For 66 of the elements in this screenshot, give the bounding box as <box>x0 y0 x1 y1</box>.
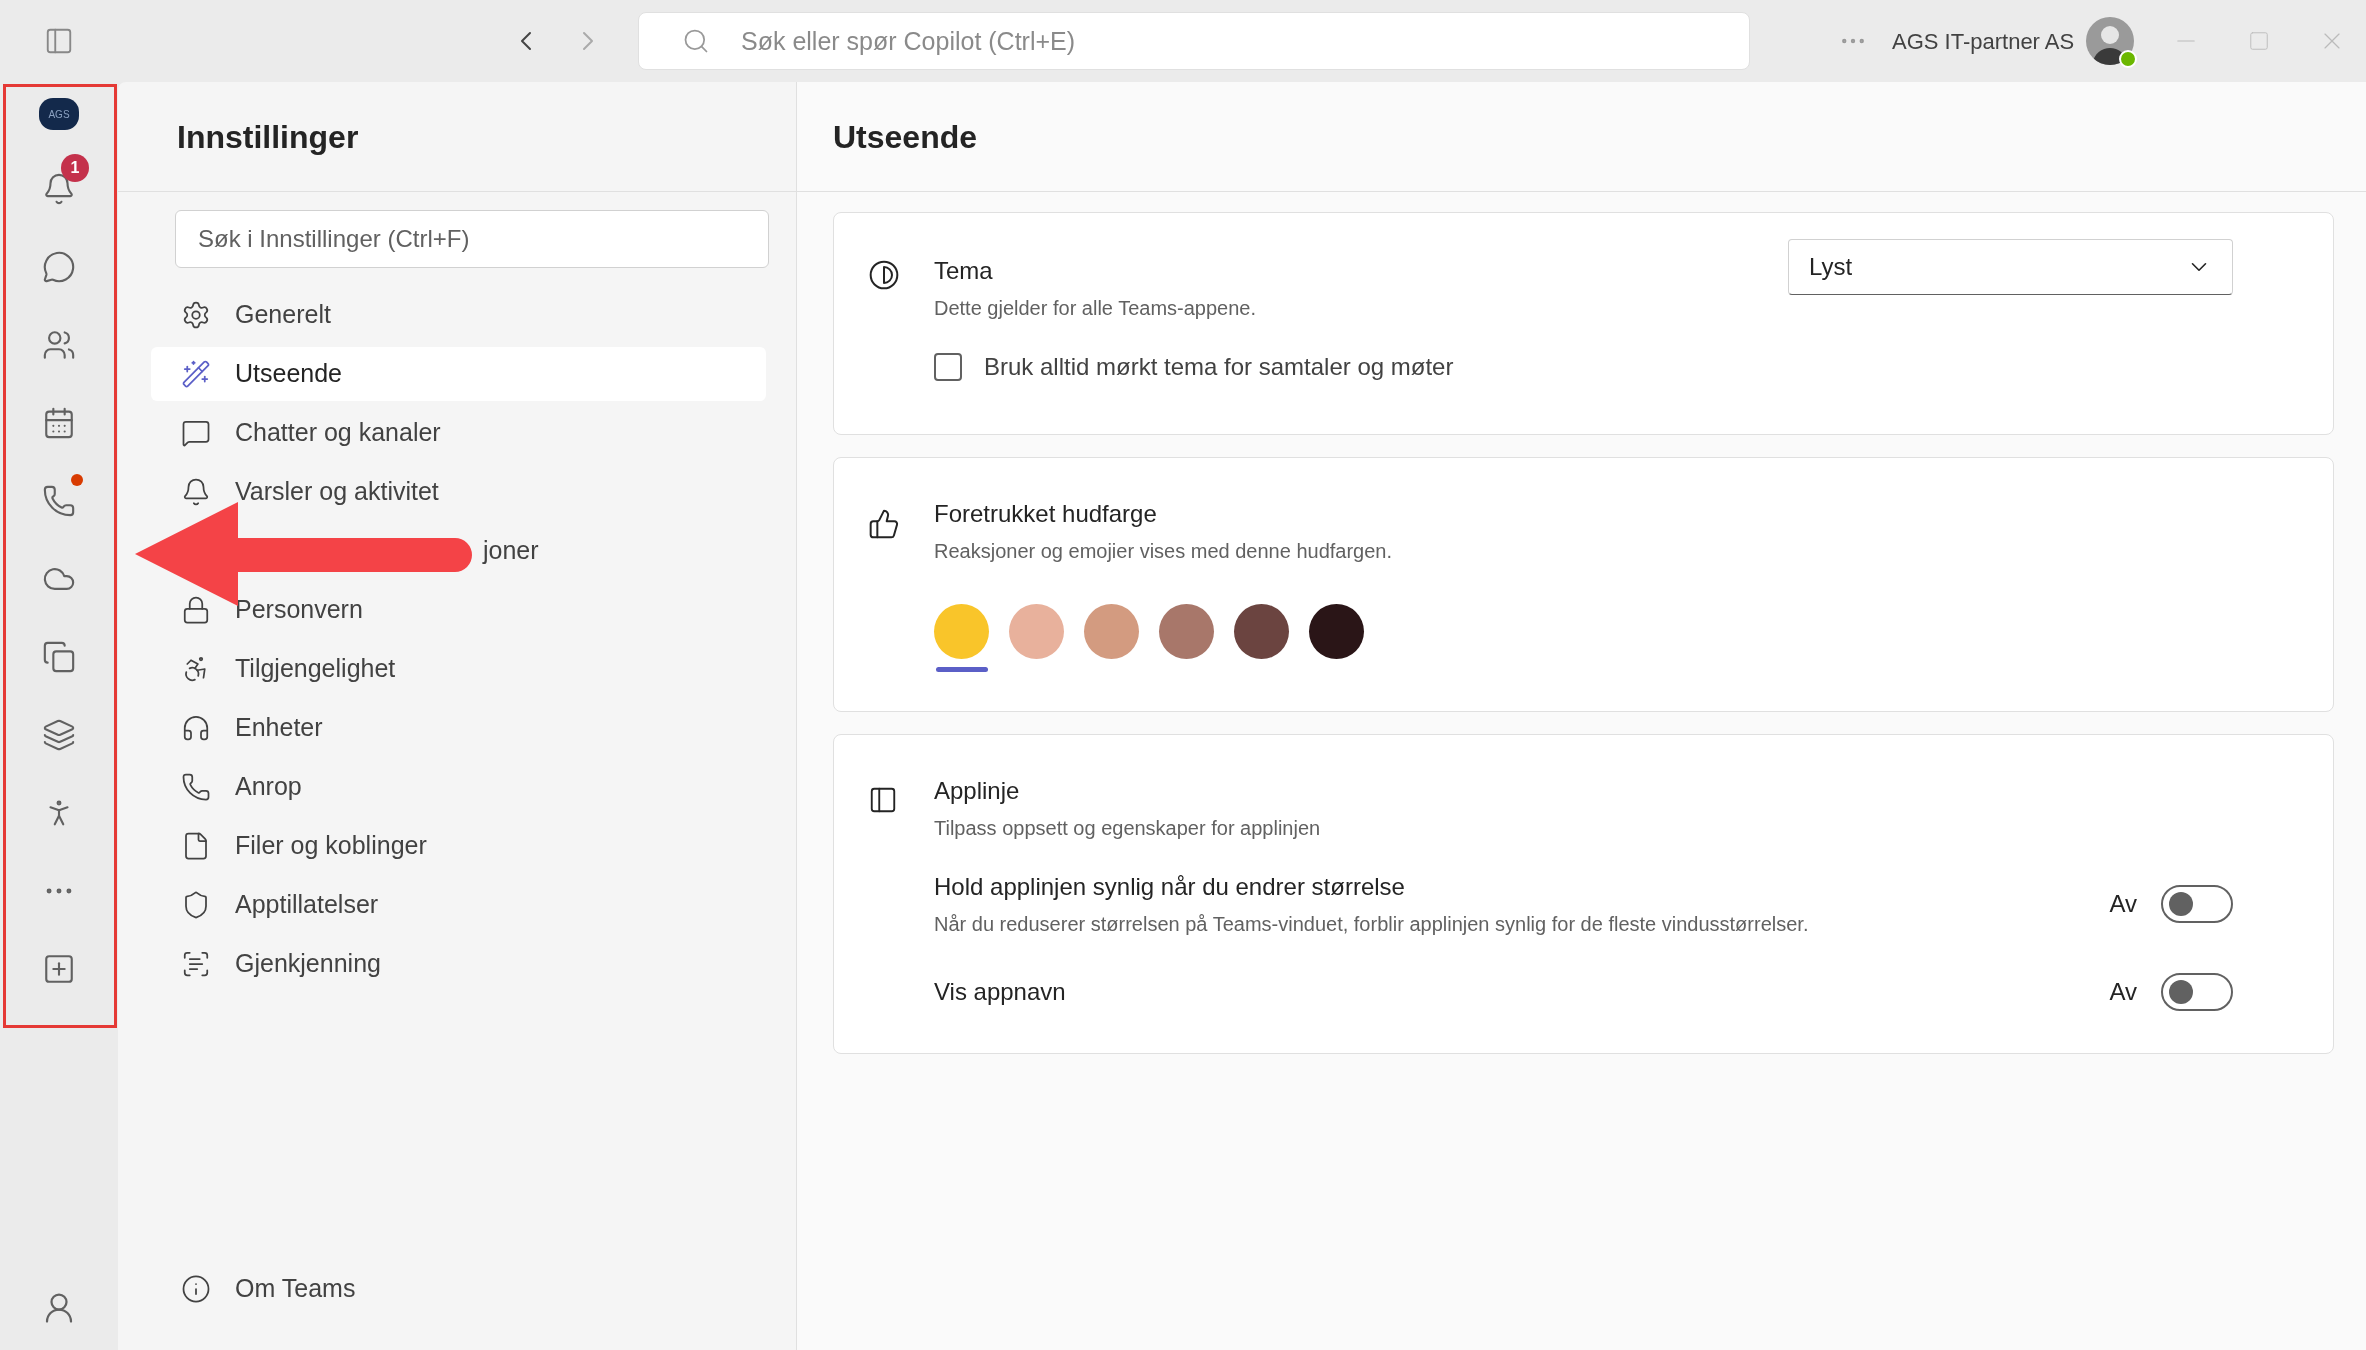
setting-label: Vis appnavn <box>934 977 1066 1007</box>
bell-icon <box>181 477 211 507</box>
settings-nav-item[interactable]: joner <box>483 532 539 570</box>
setting-description: Når du reduserer størrelsen på Teams-vinduet, forblir applinjen synlig for de fleste vindusstørrelser. <box>934 912 1809 937</box>
theme-dropdown[interactable]: Lyst <box>1788 239 2233 295</box>
text-scan-icon <box>181 949 211 979</box>
search-icon <box>682 27 710 55</box>
section-title: Foretrukket hudfarge <box>934 499 1158 529</box>
section-title: Applinje <box>934 776 1021 806</box>
page-title: Utseende <box>833 117 978 157</box>
checkbox-label: Bruk alltid mørkt tema for samtaler og møter <box>984 352 1454 382</box>
chat-icon <box>181 418 211 448</box>
settings-nav-item[interactable]: Enheter <box>151 701 766 755</box>
settings-nav-item[interactable]: Varsler og aktivitet <box>151 465 766 519</box>
section-subtitle: Tilpass oppsett og egenskaper for applinjen <box>934 816 1322 841</box>
setting-label: Hold applinjen synlig når du endrer størrelse <box>934 872 1406 902</box>
panel-icon <box>868 785 898 815</box>
toggle-state-label: Av <box>2109 977 2137 1007</box>
toggle-switch[interactable] <box>2161 885 2233 923</box>
sidebar-toggle-icon[interactable] <box>44 26 74 56</box>
settings-nav-item[interactable]: Chatter og kanaler <box>151 406 766 460</box>
bell-icon[interactable] <box>42 172 76 206</box>
avatar[interactable] <box>2086 17 2135 65</box>
info-icon <box>181 1274 211 1304</box>
status-available-icon <box>2119 50 2138 68</box>
lock-icon <box>181 595 211 625</box>
phone-icon <box>181 772 211 802</box>
wand-icon <box>181 359 211 389</box>
toggle-state-label: Av <box>2109 889 2137 919</box>
skin-tone-swatch[interactable] <box>1234 604 1289 659</box>
headset-icon <box>181 713 211 743</box>
overlapping-shapes-icon[interactable] <box>42 640 76 674</box>
contrast-icon <box>868 259 900 291</box>
phone-icon[interactable] <box>42 484 76 518</box>
section-subtitle: Dette gjelder for alle Teams-appene. <box>934 296 1258 321</box>
calendar-icon[interactable] <box>42 406 76 440</box>
skin-tone-swatch[interactable] <box>1309 604 1364 659</box>
skin-tone-swatch[interactable] <box>934 604 989 659</box>
settings-nav-item[interactable]: Generelt <box>151 288 766 342</box>
skin-tone-swatch[interactable] <box>1159 604 1214 659</box>
settings-nav-item[interactable]: Personvern <box>151 583 766 637</box>
section-subtitle: Reaksjoner og emojier vises med denne hudfargen. <box>934 539 1393 564</box>
settings-nav-item[interactable]: Utseende <box>151 347 766 401</box>
organization-logo[interactable]: AGS <box>39 98 79 130</box>
checkbox[interactable] <box>934 353 962 381</box>
toggle-switch[interactable] <box>2161 973 2233 1011</box>
settings-search-field[interactable]: Søk i Innstillinger (Ctrl+F) <box>175 210 769 268</box>
settings-nav-item[interactable]: Tilgjengelighet <box>151 642 766 696</box>
add-icon[interactable] <box>42 952 76 986</box>
thumbs-up-icon <box>868 508 900 540</box>
settings-nav-item[interactable]: Filer og koblinger <box>151 819 766 873</box>
stacked-tiles-icon[interactable] <box>42 718 76 752</box>
settings-nav-item[interactable]: Apptillatelser <box>151 878 766 932</box>
skin-tone-swatch[interactable] <box>1009 604 1064 659</box>
search-field[interactable]: Søk eller spør Copilot (Ctrl+E) <box>638 12 1750 70</box>
settings-title: Innstillinger <box>177 117 359 157</box>
settings-nav-item[interactable]: Anrop <box>151 760 766 814</box>
skin-tone-swatch[interactable] <box>1084 604 1139 659</box>
about-link[interactable]: Om Teams <box>235 1270 356 1308</box>
section-title: Tema <box>934 256 994 286</box>
gear-icon <box>181 300 211 330</box>
account-name: AGS IT-partner AS <box>1892 27 2075 56</box>
people-icon[interactable] <box>42 328 76 362</box>
notification-badge: 1 <box>61 154 89 182</box>
settings-nav-item[interactable]: Gjenkjenning <box>151 937 766 991</box>
chat-icon[interactable] <box>42 250 76 284</box>
